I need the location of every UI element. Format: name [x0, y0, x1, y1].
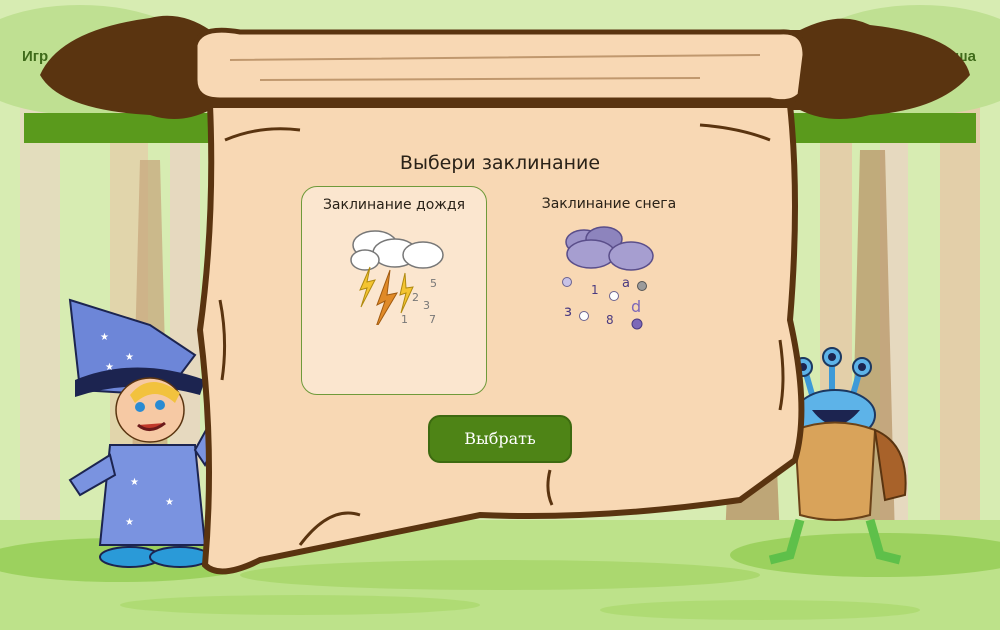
- svg-text:5: 5: [430, 277, 437, 290]
- svg-text:з: з: [564, 302, 572, 320]
- svg-text:2: 2: [412, 291, 419, 304]
- svg-text:1: 1: [401, 313, 408, 325]
- spell-option-label: Заклинание дождя: [322, 197, 466, 213]
- choose-button[interactable]: Выбрать: [428, 415, 572, 463]
- svg-text:7: 7: [429, 313, 436, 325]
- svg-text:8: 8: [606, 313, 614, 327]
- spell-option-label: Заклинание снега: [541, 196, 677, 212]
- spell-option-rain[interactable]: Заклинание дождя 5 2 3 1 7: [301, 186, 487, 395]
- dialog-title: Выбери заклинание: [399, 152, 601, 174]
- svg-text:a: a: [622, 276, 630, 291]
- snow-spell-icon: 1 a з 8 d: [562, 226, 654, 330]
- svg-text:1: 1: [591, 283, 599, 297]
- rain-spell-icon: 5 2 3 1 7: [350, 230, 444, 325]
- svg-text:d: d: [631, 297, 641, 316]
- spell-option-snow[interactable]: Заклинание снега 1 a з 8 d: [516, 186, 702, 395]
- parchment-scroll: [40, 15, 970, 575]
- svg-text:3: 3: [423, 299, 430, 312]
